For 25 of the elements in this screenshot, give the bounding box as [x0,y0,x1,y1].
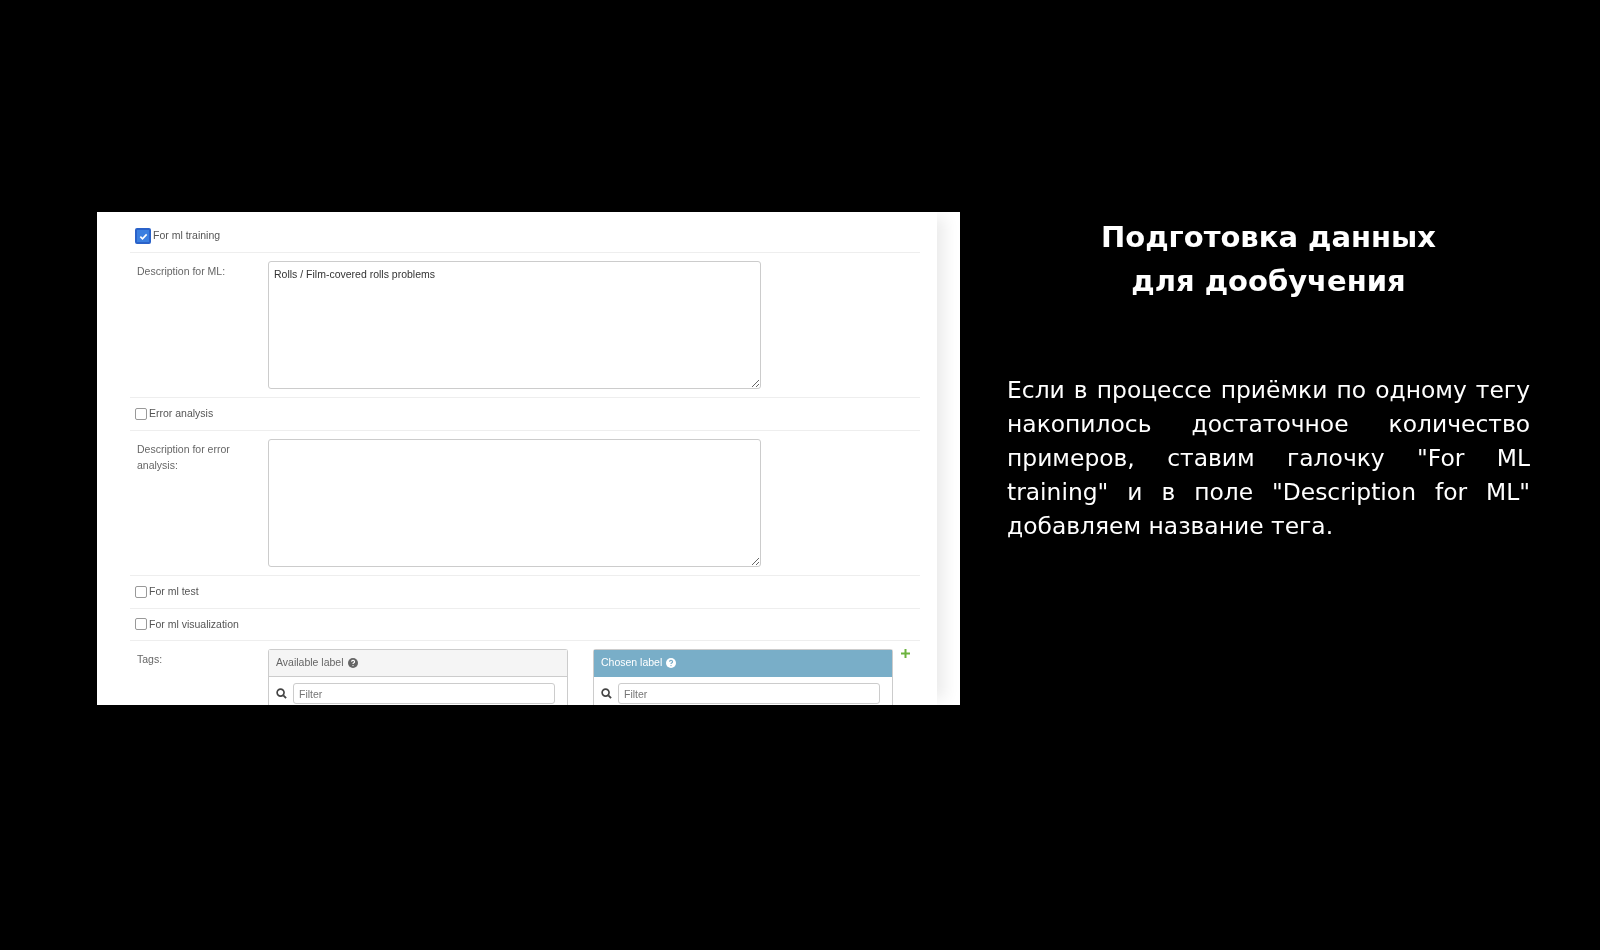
filter-field[interactable]: Filter [618,683,880,704]
selector-title: Available label [276,655,344,671]
check-icon [138,231,148,241]
filter-field[interactable]: Filter [293,683,555,704]
slide-title: Подготовка данных [1099,219,1438,256]
slide-title: для дообучения [1130,263,1407,300]
checkbox[interactable] [135,228,151,244]
search-icon [601,688,612,699]
checkbox-label: For ml training [153,228,221,244]
checkbox-label: Error analysis [149,406,214,421]
field-label: Description for ML: [136,264,227,279]
field-label: Tags: [136,652,164,668]
slide-paragraph: Если в процессе приёмки по одному тегу накопилось достаточное количество примеров, ставим галочку "For ML training" и в поле "Description for ML" добавляем название тега. [1007,375,1530,542]
search-icon [276,688,287,699]
checkbox[interactable] [135,407,147,420]
checkbox[interactable] [135,618,147,631]
help-icon[interactable] [347,658,358,669]
help-icon[interactable] [666,658,677,669]
field-label: Description for error analysis: [136,441,231,473]
checkbox-label: For ml visualization [149,616,239,632]
add-icon[interactable] [901,649,910,659]
text-area[interactable]: Rolls / Film-covered rolls problems [268,261,761,389]
selector-title: Chosen label [601,655,663,671]
checkbox-label: For ml test [149,583,199,599]
checkbox[interactable] [135,585,147,598]
